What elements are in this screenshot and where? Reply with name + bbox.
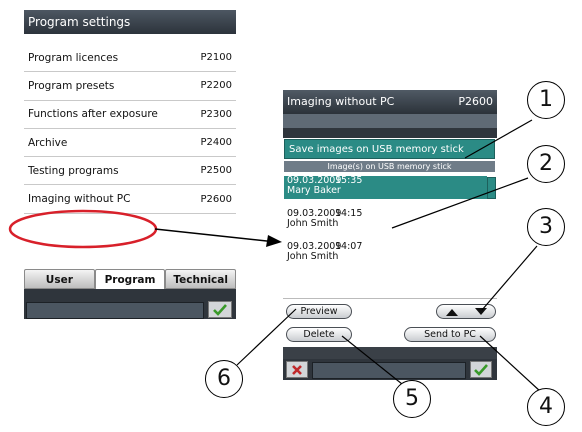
callout-4: 4 (527, 388, 565, 426)
callout-line-5 (341, 335, 403, 385)
callout-line-2 (391, 177, 529, 229)
pointer-arrow-line (154, 228, 277, 243)
callout-line-4 (479, 335, 542, 393)
callout-3: 3 (527, 208, 565, 246)
callout-1: 1 (527, 81, 565, 119)
callout-5: 5 (393, 380, 431, 418)
callout-2: 2 (527, 145, 565, 183)
callout-line-3 (481, 245, 538, 311)
callout-line-6 (236, 308, 297, 366)
highlight-ring (8, 209, 158, 249)
callout-lines (8, 119, 542, 393)
pointer-arrowhead (266, 235, 282, 247)
callout-line-1 (464, 119, 533, 159)
callout-6: 6 (205, 360, 243, 398)
